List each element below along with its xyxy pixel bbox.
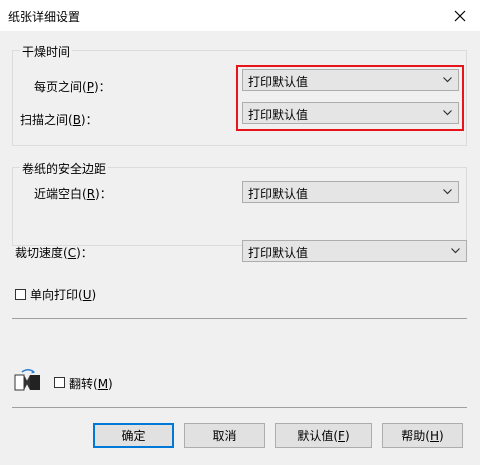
ok-button-label: 确定 — [121, 429, 146, 443]
dialog-body: 干燥时间 每页之间(P)： 打印默认值 扫描之间(B)： 打印默认值 卷纸的安全… — [0, 31, 480, 465]
defaults-button[interactable]: 默认值(F) — [275, 423, 372, 448]
defaults-button-label: 默认值(F) — [297, 429, 350, 443]
title-bar: 纸张详细设置 — [0, 0, 480, 31]
dry-time-group-title: 干燥时间 — [20, 43, 73, 60]
near-margin-dropdown[interactable]: 打印默认值 — [242, 181, 459, 203]
help-button[interactable]: 帮助(H) — [382, 423, 463, 448]
margin-group-title: 卷纸的安全边距 — [20, 160, 109, 177]
near-margin-value: 打印默认值 — [248, 187, 309, 201]
cut-speed-dropdown[interactable]: 打印默认值 — [242, 240, 467, 262]
close-button[interactable] — [440, 0, 480, 31]
flip-page-icon — [14, 369, 42, 396]
divider — [12, 407, 467, 408]
cut-speed-label: 裁切速度(C)： — [15, 246, 93, 260]
cut-speed-value: 打印默认值 — [248, 246, 309, 260]
cancel-button[interactable]: 取消 — [184, 423, 265, 448]
help-button-label: 帮助(H) — [401, 429, 444, 443]
divider — [12, 318, 467, 319]
margin-group — [12, 167, 467, 246]
between-scans-label: 扫描之间(B)： — [20, 113, 98, 127]
chevron-down-icon — [443, 189, 452, 195]
unidirectional-label[interactable]: 单向打印(U) — [30, 286, 96, 303]
highlight-box — [236, 65, 464, 131]
near-margin-label: 近端空白(R)： — [34, 187, 112, 201]
window-title: 纸张详细设置 — [8, 10, 81, 24]
ok-button[interactable]: 确定 — [93, 423, 174, 448]
flip-checkbox[interactable] — [54, 377, 65, 388]
close-icon — [454, 10, 466, 21]
cancel-button-label: 取消 — [212, 429, 237, 443]
chevron-down-icon — [451, 248, 460, 254]
unidirectional-checkbox[interactable] — [15, 289, 26, 300]
flip-label[interactable]: 翻转(M) — [69, 375, 113, 392]
between-pages-label: 每页之间(P)： — [34, 80, 111, 94]
